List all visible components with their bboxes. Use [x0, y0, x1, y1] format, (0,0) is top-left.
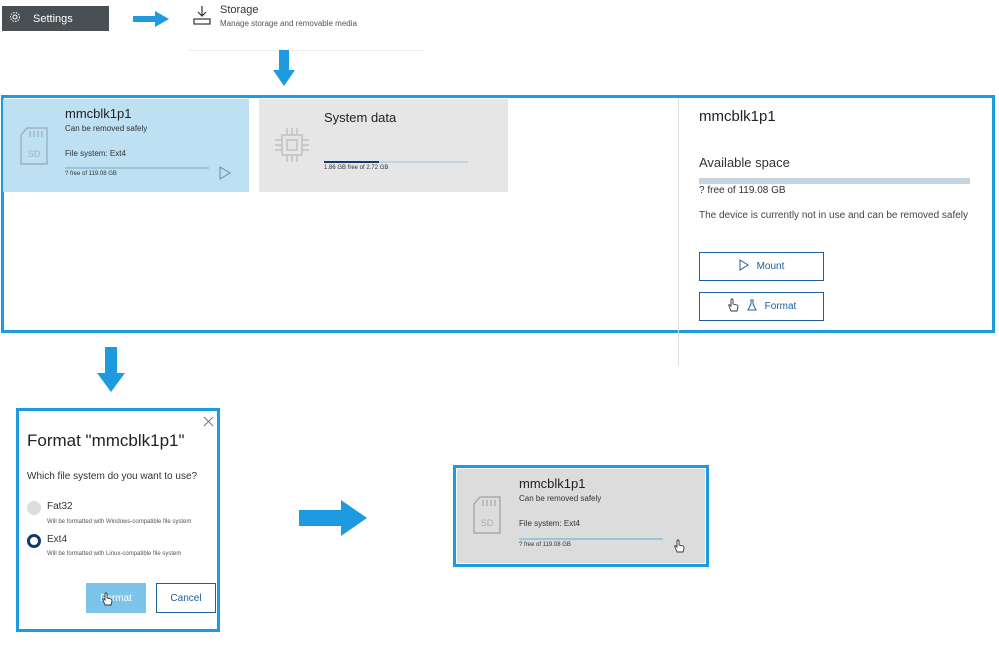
play-icon[interactable] — [219, 166, 231, 185]
settings-label: Settings — [33, 12, 73, 25]
download-tray-icon — [193, 5, 211, 30]
dialog-question: Which file system do you want to use? — [27, 471, 198, 482]
card-free-space: 1.86 GB free of 2.72 GB — [324, 165, 389, 171]
mount-button[interactable]: Mount — [699, 252, 824, 281]
settings-button[interactable]: Settings — [2, 6, 109, 31]
option-label-ext4: Ext4 — [47, 534, 68, 545]
storage-menu-item[interactable]: Storage Manage storage and removable med… — [188, 2, 424, 51]
flask-icon — [746, 299, 757, 314]
svg-text:SD: SD — [481, 518, 494, 528]
format-dialog: Format "mmcblk1p1" Which file system do … — [16, 408, 220, 632]
option-label-fat32: Fat32 — [47, 501, 73, 512]
dialog-format-button[interactable]: Format — [86, 583, 146, 613]
mount-label: Mount — [756, 261, 785, 272]
arrow-down-icon — [273, 50, 295, 86]
available-space-bar — [699, 178, 970, 184]
radio-ext4[interactable] — [27, 534, 41, 548]
chip-icon — [273, 126, 311, 169]
card-status: Can be removed safely — [519, 494, 602, 503]
card-file-system: File system: Ext4 — [65, 149, 126, 158]
storage-card-system-data[interactable]: System data 1.86 GB free of 2.72 GB — [259, 99, 508, 192]
arrow-right-icon — [133, 11, 169, 27]
sd-card-icon: SD — [472, 496, 502, 539]
card-name: mmcblk1p1 — [65, 106, 132, 121]
card-name: mmcblk1p1 — [519, 476, 586, 491]
available-space-value: ? free of 119.08 GB — [699, 185, 786, 196]
arrow-right-icon — [299, 500, 367, 536]
svg-text:SD: SD — [28, 149, 41, 159]
device-status-note: The device is currently not in use and c… — [699, 210, 969, 221]
storage-description: Manage storage and removable media — [220, 19, 357, 28]
storage-title: Storage — [220, 4, 259, 16]
hand-cursor-icon — [673, 538, 685, 559]
hand-cursor-icon — [727, 298, 739, 315]
play-icon — [739, 259, 749, 274]
card-free-space: ? free of 119.08 GB — [519, 542, 571, 548]
option-hint-fat32: Will be formatted with Windows-compatibl… — [47, 519, 192, 525]
card-file-system: File system: Ext4 — [519, 519, 580, 528]
card-status: Can be removed safely — [65, 124, 148, 133]
sd-card-icon: SD — [19, 127, 49, 170]
usage-bar-fill — [324, 161, 379, 163]
usage-bar — [65, 167, 209, 169]
dialog-cancel-button[interactable]: Cancel — [156, 583, 216, 613]
dialog-cancel-label: Cancel — [170, 592, 202, 604]
dialog-title: Format "mmcblk1p1" — [27, 431, 185, 450]
format-label: Format — [764, 301, 797, 312]
card-name: System data — [324, 110, 397, 125]
option-hint-ext4: Will be formatted with Linux-compatible … — [47, 551, 182, 557]
usage-bar — [519, 538, 663, 540]
storage-card-mmcblk1p1-formatted[interactable]: SD mmcblk1p1 Can be removed safely File … — [457, 469, 705, 563]
available-space-label: Available space — [699, 155, 790, 170]
gear-icon — [9, 10, 21, 28]
hand-cursor-icon — [101, 592, 113, 609]
usage-bar — [324, 161, 468, 163]
vertical-divider — [678, 98, 679, 366]
card-free-space: ? free of 119.08 GB — [65, 171, 117, 177]
arrow-down-icon — [97, 347, 125, 392]
format-button[interactable]: Format — [699, 292, 824, 321]
close-icon[interactable] — [203, 414, 214, 432]
storage-card-mmcblk1p1[interactable]: SD mmcblk1p1 Can be removed safely File … — [3, 99, 249, 192]
details-title: mmcblk1p1 — [699, 108, 776, 125]
radio-fat32[interactable] — [27, 501, 41, 515]
